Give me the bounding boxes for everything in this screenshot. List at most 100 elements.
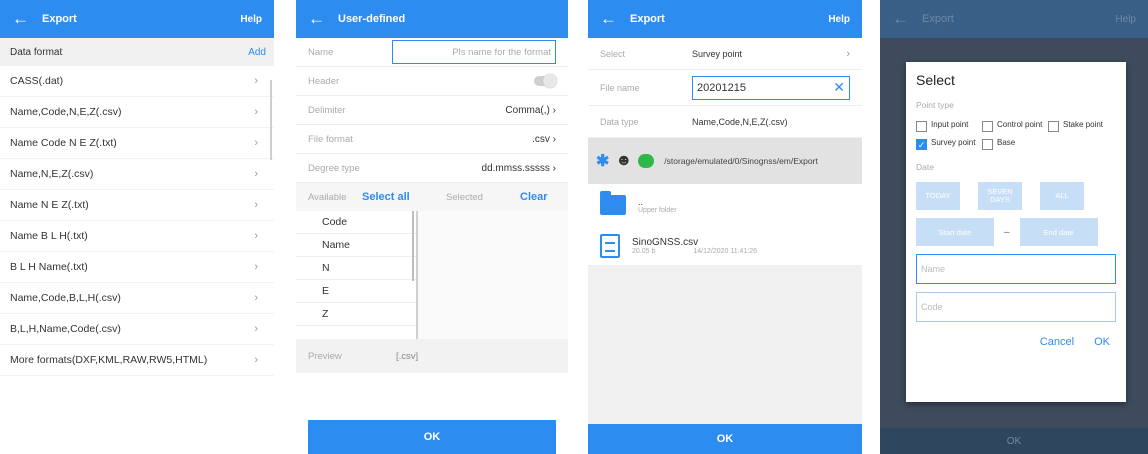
date-preset-buttons: TODAY SEVEN DAYS ALL <box>916 182 1116 210</box>
upper-folder-name: .. <box>638 196 644 207</box>
format-item[interactable]: Name,N,E,Z(.csv) › <box>0 159 274 190</box>
format-item-label: Name B L H(.txt) <box>10 230 88 242</box>
help-button[interactable]: Help <box>828 14 850 25</box>
checkbox-label: Base <box>997 138 1016 147</box>
chevron-right-icon: › <box>552 162 556 174</box>
seven-days-button[interactable]: SEVEN DAYS <box>978 182 1022 210</box>
checkbox-base[interactable]: Base <box>982 138 1048 150</box>
ok-button[interactable]: OK <box>588 424 862 454</box>
degree-type-label: Degree type <box>308 162 360 174</box>
format-item[interactable]: Name,Code,N,E,Z(.csv) › <box>0 97 274 128</box>
screen-title: User-defined <box>338 13 406 25</box>
end-date-button[interactable]: End date <box>1019 218 1098 246</box>
name-label: Name <box>308 46 334 58</box>
ok-button-dimmed: OK <box>880 428 1148 454</box>
file-name-label: File name <box>600 82 640 93</box>
start-date-button[interactable]: Start date <box>916 218 994 246</box>
field-item[interactable]: E <box>296 280 416 303</box>
preview-row: Preview [.csv] <box>296 339 568 373</box>
file-format-label: File format <box>308 133 353 145</box>
qq-icon[interactable]: ☻ <box>615 152 632 170</box>
preview-label: Preview <box>308 350 342 362</box>
field-item[interactable]: Name <box>296 234 416 257</box>
format-item[interactable]: Name B L H(.txt) › <box>0 221 274 252</box>
back-arrow-icon: ← <box>892 9 909 28</box>
checkbox-input-point[interactable]: Input point <box>916 120 982 132</box>
checkbox-checked-icon: ✓ <box>916 139 927 150</box>
data-type-value: Name,Code,N,E,Z(.csv) <box>692 116 788 127</box>
checkbox-icon <box>916 121 927 132</box>
field-item[interactable]: N <box>296 257 416 280</box>
file-format-value: .csv <box>532 133 550 145</box>
chevron-right-icon: › <box>552 133 556 145</box>
format-item-label: Name,Code,B,L,H(.csv) <box>10 292 121 304</box>
help-button[interactable]: Help <box>240 14 262 25</box>
all-button[interactable]: ALL <box>1040 182 1084 210</box>
date-range: Start date – End date <box>916 218 1116 246</box>
back-arrow-icon[interactable]: ← <box>12 9 42 29</box>
delimiter-label: Delimiter <box>308 104 346 116</box>
format-name-input[interactable]: Pls name for the format <box>392 40 556 64</box>
checkbox-label: Input point <box>931 120 969 129</box>
file-name-input[interactable]: 20201215 ✕ <box>692 75 850 100</box>
app-bar: ← Export Help <box>0 0 274 38</box>
code-filter-input[interactable]: Code <box>916 292 1116 322</box>
today-button[interactable]: TODAY <box>916 182 960 210</box>
ok-button[interactable]: OK <box>308 420 556 454</box>
screen-title: Export <box>42 13 77 25</box>
format-item-label: More formats(DXF,KML,RAW,RW5,HTML) <box>10 354 208 366</box>
select-row[interactable]: Select Survey point › <box>588 38 862 70</box>
file-name-value: 20201215 <box>697 81 746 94</box>
select-all-button[interactable]: Select all <box>362 191 446 203</box>
checkbox-label: Stake point <box>1063 120 1104 129</box>
select-dialog: Select Point type Input point Control po… <box>906 62 1126 402</box>
selected-label: Selected <box>446 191 483 203</box>
ok-button[interactable]: OK <box>1094 336 1110 348</box>
selected-field-list <box>418 211 568 339</box>
field-item[interactable]: Z <box>296 303 416 326</box>
checkbox-control-point[interactable]: Control point <box>982 120 1048 132</box>
header-row: Header <box>296 67 568 96</box>
format-item[interactable]: B L H Name(.txt) › <box>0 252 274 283</box>
file-item[interactable]: SinoGNSS.csv 20.05 b 14/12/2020 11:41:26 <box>588 226 862 266</box>
format-list: CASS(.dat) › Name,Code,N,E,Z(.csv) › Name … <box>0 66 274 376</box>
format-item-label: Name,Code,N,E,Z(.csv) <box>10 106 122 118</box>
format-item[interactable]: More formats(DXF,KML,RAW,RW5,HTML) › <box>0 345 274 376</box>
cancel-button[interactable]: Cancel <box>1040 336 1074 348</box>
export-file-screen: ← Export Help Select Survey point › File… <box>588 0 862 454</box>
point-type-label: Point type <box>916 100 954 110</box>
scrollbar[interactable] <box>270 80 272 160</box>
delimiter-row[interactable]: Delimiter Comma(,) › <box>296 96 568 125</box>
chevron-right-icon: › <box>254 137 258 149</box>
checkbox-survey-point[interactable]: ✓ Survey point <box>916 138 982 150</box>
format-item[interactable]: B,L,H,Name,Code(.csv) › <box>0 314 274 345</box>
folder-icon <box>600 191 626 215</box>
format-item[interactable]: Name Code N E Z(.txt) › <box>0 128 274 159</box>
clear-icon[interactable]: ✕ <box>833 79 845 96</box>
app-bar: ← User-defined <box>296 0 568 38</box>
degree-type-row[interactable]: Degree type dd.mmss.sssss › <box>296 154 568 183</box>
header-toggle[interactable] <box>534 74 557 88</box>
scrollbar[interactable] <box>412 211 414 281</box>
available-label: Available <box>308 191 347 203</box>
bluetooth-icon[interactable]: ✱ <box>596 151 609 171</box>
back-arrow-icon[interactable]: ← <box>308 9 338 29</box>
format-item[interactable]: CASS(.dat) › <box>0 66 274 97</box>
name-filter-input[interactable]: Name <box>916 254 1116 284</box>
format-item[interactable]: Name N E Z(.txt) › <box>0 190 274 221</box>
wechat-icon[interactable] <box>638 154 655 168</box>
chevron-right-icon: › <box>254 106 258 118</box>
upper-folder-item[interactable]: .. Upper folder <box>588 184 862 226</box>
chevron-right-icon: › <box>552 104 556 116</box>
format-item[interactable]: Name,Code,B,L,H(.csv) › <box>0 283 274 314</box>
format-item-label: Name Code N E Z(.txt) <box>10 137 117 149</box>
chevron-right-icon: › <box>254 199 258 211</box>
clear-button[interactable]: Clear <box>520 191 548 203</box>
checkbox-stake-point[interactable]: Stake point <box>1048 120 1114 132</box>
data-type-row[interactable]: Data type Name,Code,N,E,Z(.csv) <box>588 106 862 138</box>
preview-value: [.csv] <box>396 350 419 362</box>
file-format-row[interactable]: File format .csv › <box>296 125 568 154</box>
back-arrow-icon[interactable]: ← <box>600 9 630 29</box>
field-item[interactable]: Code <box>296 211 416 234</box>
add-format-button[interactable]: Add <box>248 47 266 58</box>
